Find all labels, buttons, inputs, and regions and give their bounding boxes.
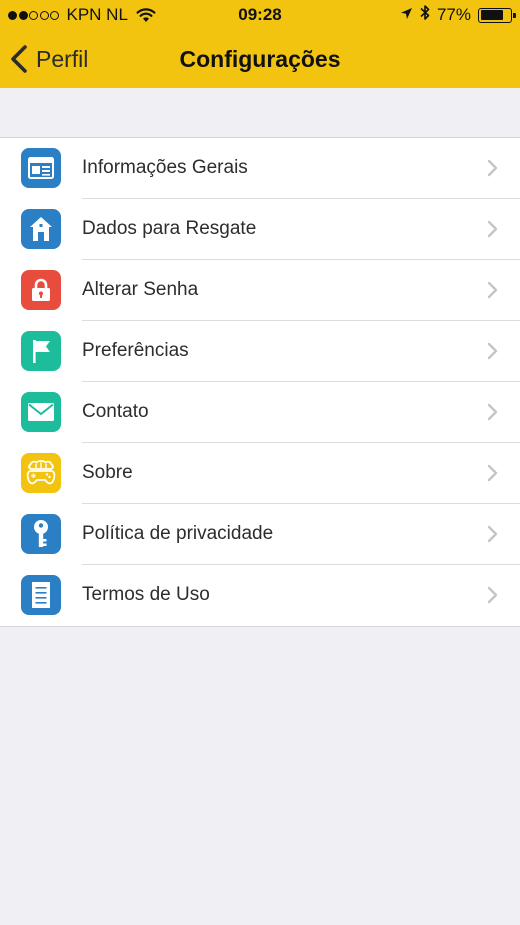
settings-item-preferencias[interactable]: Preferências — [0, 321, 520, 382]
status-bar: KPN NL 09:28 77% — [0, 0, 520, 30]
settings-item-politica-de-privacidade[interactable]: Política de privacidade — [0, 504, 520, 565]
settings-item-label: Política de privacidade — [82, 523, 274, 544]
settings-item-label: Alterar Senha — [82, 279, 199, 300]
location-arrow-icon — [400, 5, 413, 25]
settings-item-termos-de-uso[interactable]: Termos de Uso — [0, 565, 520, 626]
settings-item-sobre[interactable]: Sobre — [0, 443, 520, 504]
settings-item-label: Preferências — [82, 340, 189, 361]
settings-item-informacoes-gerais[interactable]: Informações Gerais — [0, 138, 520, 199]
app-header: KPN NL 09:28 77% Perfil Configurações — [0, 0, 520, 88]
chevron-right-icon — [487, 220, 498, 238]
brain-gamepad-icon — [21, 453, 61, 493]
settings-item-label: Dados para Resgate — [82, 218, 257, 239]
settings-item-label: Contato — [82, 401, 149, 422]
house-icon — [21, 209, 61, 249]
lock-icon — [21, 270, 61, 310]
navigation-bar: Perfil Configurações — [0, 30, 520, 88]
chevron-right-icon — [487, 403, 498, 421]
settings-item-dados-para-resgate[interactable]: Dados para Resgate — [0, 199, 520, 260]
settings-item-alterar-senha[interactable]: Alterar Senha — [0, 260, 520, 321]
flag-icon — [21, 331, 61, 371]
envelope-icon — [21, 392, 61, 432]
settings-item-label: Informações Gerais — [82, 157, 248, 178]
page-title: Configurações — [179, 46, 341, 72]
document-icon — [21, 575, 61, 615]
chevron-right-icon — [487, 525, 498, 543]
bluetooth-icon — [420, 4, 430, 26]
settings-item-label: Termos de Uso — [82, 584, 210, 605]
chevron-right-icon — [487, 281, 498, 299]
settings-list: Informações Gerais Dados para Resgate Al… — [0, 137, 520, 627]
chevron-right-icon — [487, 342, 498, 360]
settings-item-contato[interactable]: Contato — [0, 382, 520, 443]
chevron-right-icon — [487, 586, 498, 604]
settings-item-label: Sobre — [82, 462, 133, 483]
battery-percent: 77% — [436, 5, 471, 24]
status-right: 77% — [393, 4, 516, 26]
key-icon — [21, 514, 61, 554]
chevron-right-icon — [487, 159, 498, 177]
chevron-right-icon — [487, 464, 498, 482]
newspaper-icon — [21, 148, 61, 188]
battery-icon — [478, 7, 516, 23]
